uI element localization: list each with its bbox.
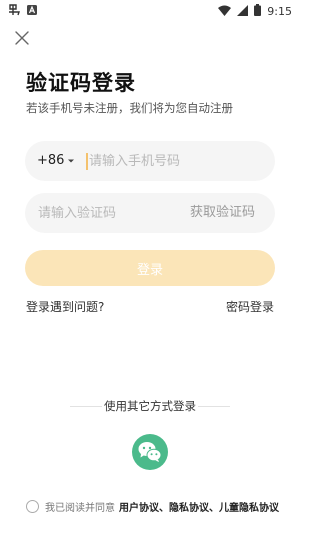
phone-input[interactable] <box>89 141 264 181</box>
cell-signal-icon <box>237 4 249 19</box>
wifi-icon <box>218 5 232 19</box>
divider-line-right <box>198 406 230 407</box>
page-title: 验证码登录 <box>26 71 136 95</box>
battery-icon <box>254 4 262 19</box>
agreement-prefix: 我已阅读并同意 <box>45 502 115 514</box>
country-code-label: +86 <box>37 153 65 168</box>
login-button[interactable]: 登录 <box>25 250 275 286</box>
code-field: 获取验证码 <box>25 193 275 233</box>
verification-code-input[interactable] <box>38 193 188 233</box>
text-notification-icon <box>27 5 37 18</box>
wechat-icon <box>138 442 162 462</box>
other-login-divider: 使用其它方式登录 <box>70 398 230 414</box>
dropdown-arrow-icon <box>68 159 75 163</box>
password-login-link[interactable]: 密码登录 <box>226 298 274 315</box>
text-cursor <box>86 153 88 170</box>
page-subtitle: 若该手机号未注册，我们将为您自动注册 <box>26 101 233 115</box>
agreement-checkbox[interactable] <box>26 499 39 513</box>
wechat-login-button[interactable] <box>132 434 168 470</box>
login-problem-link[interactable]: 登录遇到问题? <box>26 298 104 315</box>
agreement-row: 我已阅读并同意 用户协议、隐私协议、儿童隐私协议 <box>26 498 286 514</box>
status-time: 9:15 <box>267 5 292 18</box>
status-right: 9:15 <box>218 4 292 19</box>
get-code-button[interactable]: 获取验证码 <box>190 193 255 233</box>
country-code-selector[interactable]: +86 <box>37 141 75 181</box>
phone-field: +86 <box>25 141 275 181</box>
close-icon <box>15 31 29 45</box>
status-left <box>8 4 37 19</box>
app-notification-icon <box>8 4 21 19</box>
agreement-links[interactable]: 用户协议、隐私协议、儿童隐私协议 <box>119 499 279 514</box>
status-bar: 9:15 <box>0 0 300 22</box>
close-button[interactable] <box>12 28 32 48</box>
